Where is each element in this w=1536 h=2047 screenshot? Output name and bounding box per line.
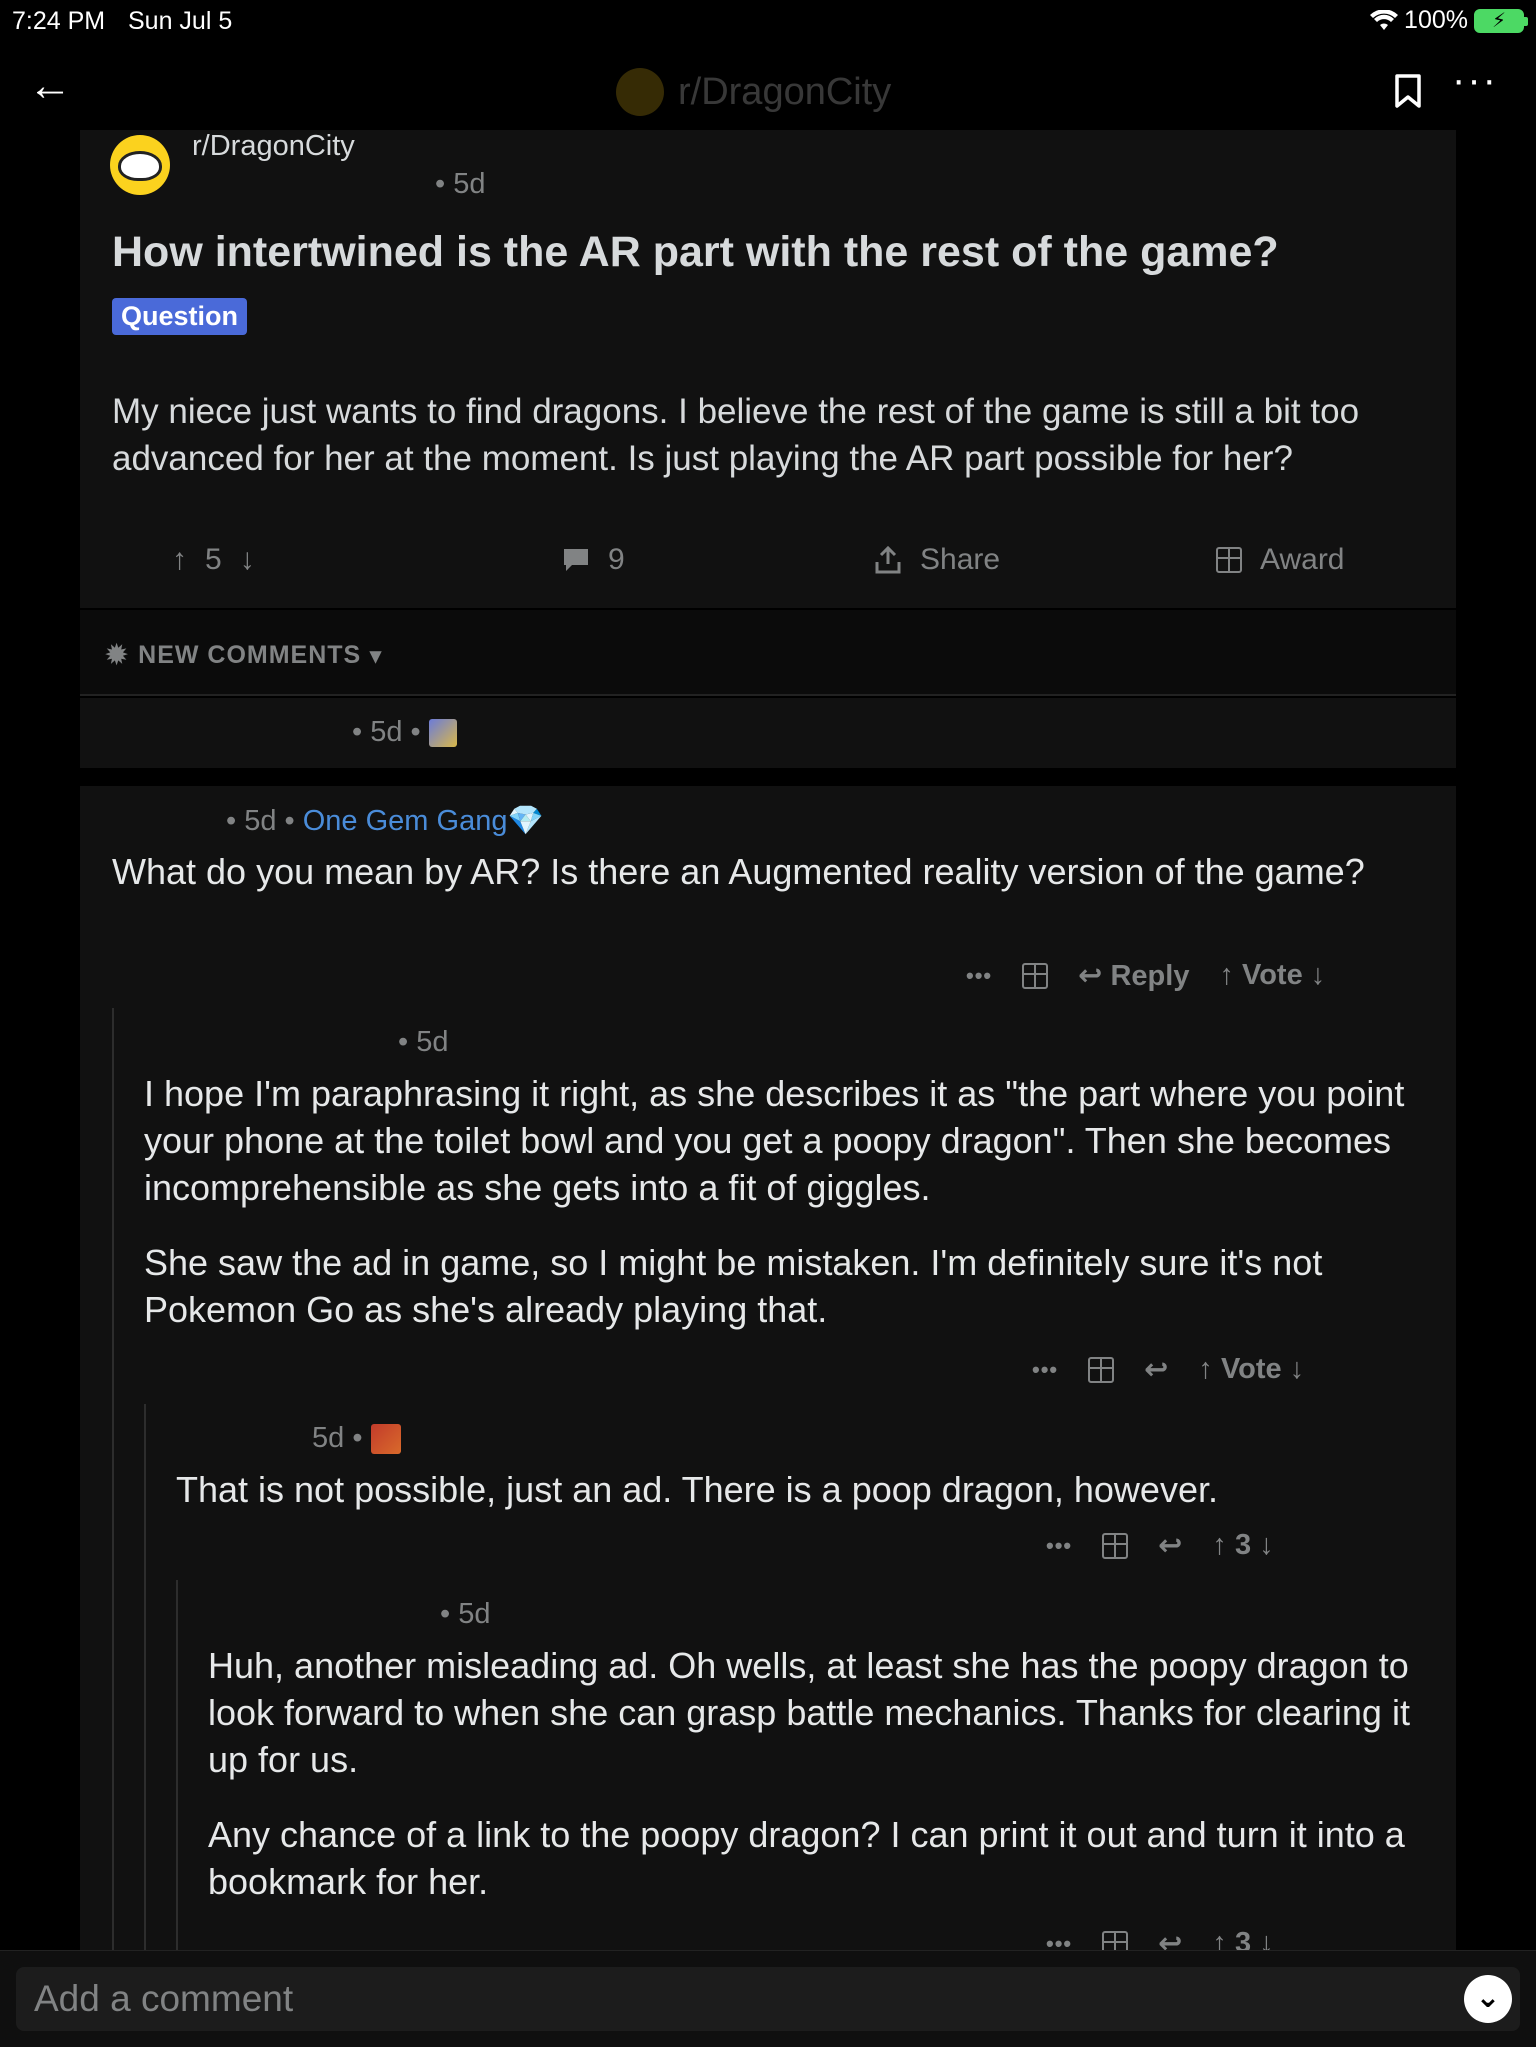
status-right: 100% ⚡ xyxy=(1370,6,1528,35)
comment-paragraph: That is not possible, just an ad. There … xyxy=(176,1469,1218,1510)
comment-body: What do you mean by AR? Is there an Augm… xyxy=(112,848,1432,895)
reply-icon: ↩ xyxy=(1078,960,1103,992)
sort-badge-icon: ✹ xyxy=(104,639,131,672)
status-date: Sun Jul 5 xyxy=(128,7,233,35)
battery-icon: ⚡ xyxy=(1474,8,1528,33)
comment-thread: • 5d • One Gem Gang💎 What do you mean by… xyxy=(80,786,1456,1960)
post-flair[interactable]: Question xyxy=(112,298,248,335)
downvote-icon[interactable]: ↓ xyxy=(1311,959,1326,991)
comment-body: Huh, another misleading ad. Oh wells, at… xyxy=(208,1642,1438,1905)
vote-group: ↑ 3 ↓ xyxy=(1212,1529,1273,1562)
subreddit-icon xyxy=(616,68,664,116)
comment-score: 3 xyxy=(1234,1529,1252,1561)
subreddit-avatar[interactable] xyxy=(110,135,170,195)
upvote-icon[interactable]: ↑ xyxy=(1219,959,1234,991)
status-bar: 7:24 PM Sun Jul 5 100% ⚡ xyxy=(0,0,1536,40)
post-meta: • 5d xyxy=(435,168,486,200)
comment-meta: • 5d xyxy=(440,1598,490,1631)
reply-button[interactable]: ↩ Reply xyxy=(1078,958,1189,993)
comment-paragraph: I hope I'm paraphrasing it right, as she… xyxy=(144,1073,1405,1208)
chevron-down-icon: ▾ xyxy=(369,641,383,670)
comment-time: • 5d xyxy=(440,1598,491,1630)
bookmark-icon[interactable] xyxy=(1393,73,1423,109)
sort-selector[interactable]: ✹ NEW COMMENTS ▾ xyxy=(104,638,383,673)
post-comments-button[interactable]: 9 xyxy=(562,543,625,577)
sort-label: NEW COMMENTS xyxy=(138,641,362,669)
vote-label: Vote xyxy=(1242,959,1303,991)
more-icon[interactable]: ••• xyxy=(1046,1533,1072,1559)
share-button[interactable]: Share xyxy=(874,543,1000,577)
more-options-icon[interactable]: ··· xyxy=(1452,58,1498,103)
upvote-icon[interactable]: ↑ xyxy=(172,543,187,577)
comment-meta: • 5d • One Gem Gang💎 xyxy=(226,804,544,838)
user-flair-image xyxy=(428,719,457,748)
downvote-icon[interactable]: ↓ xyxy=(240,543,255,577)
post-score: 5 xyxy=(205,543,222,576)
award-button[interactable]: Award xyxy=(1216,543,1345,577)
post-comment-count: 9 xyxy=(608,543,625,576)
comment-time: • 5d xyxy=(398,1026,449,1058)
battery-percent: 100% xyxy=(1404,6,1468,34)
comment-actions: ••• ↩ ↑ Vote ↓ xyxy=(1032,1352,1304,1387)
comment-paragraph: She saw the ad in game, so I might be mi… xyxy=(144,1242,1323,1330)
nav-subreddit-name: r/DragonCity xyxy=(678,70,892,113)
upvote-icon[interactable]: ↑ xyxy=(1198,1353,1213,1385)
comment-time: • 5d • xyxy=(226,805,295,837)
reply-icon[interactable]: ↩ xyxy=(1144,1352,1168,1387)
post-body: My niece just wants to find dragons. I b… xyxy=(112,392,1360,478)
vote-group: ↑ Vote ↓ xyxy=(1198,1353,1304,1386)
comment-meta: • 5d xyxy=(398,1026,448,1059)
post-vote-group: ↑ 5 ↓ xyxy=(172,543,255,577)
post-subreddit[interactable]: r/DragonCity xyxy=(192,130,355,163)
back-arrow-icon[interactable]: ← xyxy=(28,64,72,108)
vote-group: ↑ Vote ↓ xyxy=(1219,959,1325,992)
post-actions: ↑ 5 ↓ 9 Share Award xyxy=(80,535,1456,585)
comment-paragraph: Huh, another misleading ad. Oh wells, at… xyxy=(208,1645,1410,1780)
post-title: How intertwined is the AR part with the … xyxy=(112,228,1279,276)
reply-icon[interactable]: ↩ xyxy=(1158,1528,1182,1563)
comment-body: I hope I'm paraphrasing it right, as she… xyxy=(144,1070,1434,1333)
vote-label: Vote xyxy=(1220,1353,1282,1385)
comment-actions: ••• ↩ ↑ 3 ↓ xyxy=(1046,1528,1274,1563)
thread-rail[interactable] xyxy=(176,1580,178,1950)
gift-icon[interactable] xyxy=(1022,962,1049,989)
thread-rail[interactable] xyxy=(144,1404,146,1950)
sort-bar[interactable]: ✹ NEW COMMENTS ▾ xyxy=(80,610,1456,696)
reply-label: Reply xyxy=(1110,960,1190,992)
comment-bar: ⌄ xyxy=(0,1950,1536,2047)
collapsed-comment[interactable]: • 5d • xyxy=(80,698,1456,768)
downvote-icon[interactable]: ↓ xyxy=(1259,1529,1274,1561)
share-icon xyxy=(875,546,901,574)
gift-icon[interactable] xyxy=(1102,1532,1129,1559)
downvote-icon[interactable]: ↓ xyxy=(1290,1353,1305,1385)
user-flair: One Gem Gang💎 xyxy=(302,805,544,837)
comment-paragraph: Any chance of a link to the poopy dragon… xyxy=(208,1814,1405,1902)
comment-time: 5d • xyxy=(312,1422,363,1454)
user-flair-image xyxy=(370,1424,401,1455)
more-icon[interactable]: ••• xyxy=(1032,1357,1058,1383)
comment-paragraph: What do you mean by AR? Is there an Augm… xyxy=(112,851,1365,892)
nav-title: r/DragonCity xyxy=(616,68,891,116)
gift-icon[interactable] xyxy=(1088,1356,1115,1383)
wifi-icon xyxy=(1370,9,1399,30)
comment-meta: 5d • xyxy=(312,1422,401,1455)
thread-rail[interactable] xyxy=(112,1008,114,1950)
comment-actions: ••• ↩ Reply ↑ Vote ↓ xyxy=(966,958,1325,993)
comment-icon xyxy=(564,549,588,571)
comment-meta-text: • 5d • xyxy=(352,716,421,748)
gift-icon xyxy=(1216,547,1242,573)
share-label: Share xyxy=(920,543,1001,576)
scroll-down-icon[interactable]: ⌄ xyxy=(1464,1975,1512,2023)
status-time: 7:24 PM xyxy=(12,7,106,35)
upvote-icon[interactable]: ↑ xyxy=(1212,1529,1227,1561)
add-comment-input[interactable] xyxy=(16,1967,1520,2031)
nav-bar: ← r/DragonCity ··· xyxy=(0,40,1536,130)
comment-meta: • 5d • xyxy=(352,716,457,749)
award-label: Award xyxy=(1260,543,1345,576)
more-icon[interactable]: ••• xyxy=(966,963,992,989)
comment-body: That is not possible, just an ad. There … xyxy=(176,1466,1436,1513)
post-card: r/DragonCity • 5d How intertwined is the… xyxy=(80,130,1456,608)
